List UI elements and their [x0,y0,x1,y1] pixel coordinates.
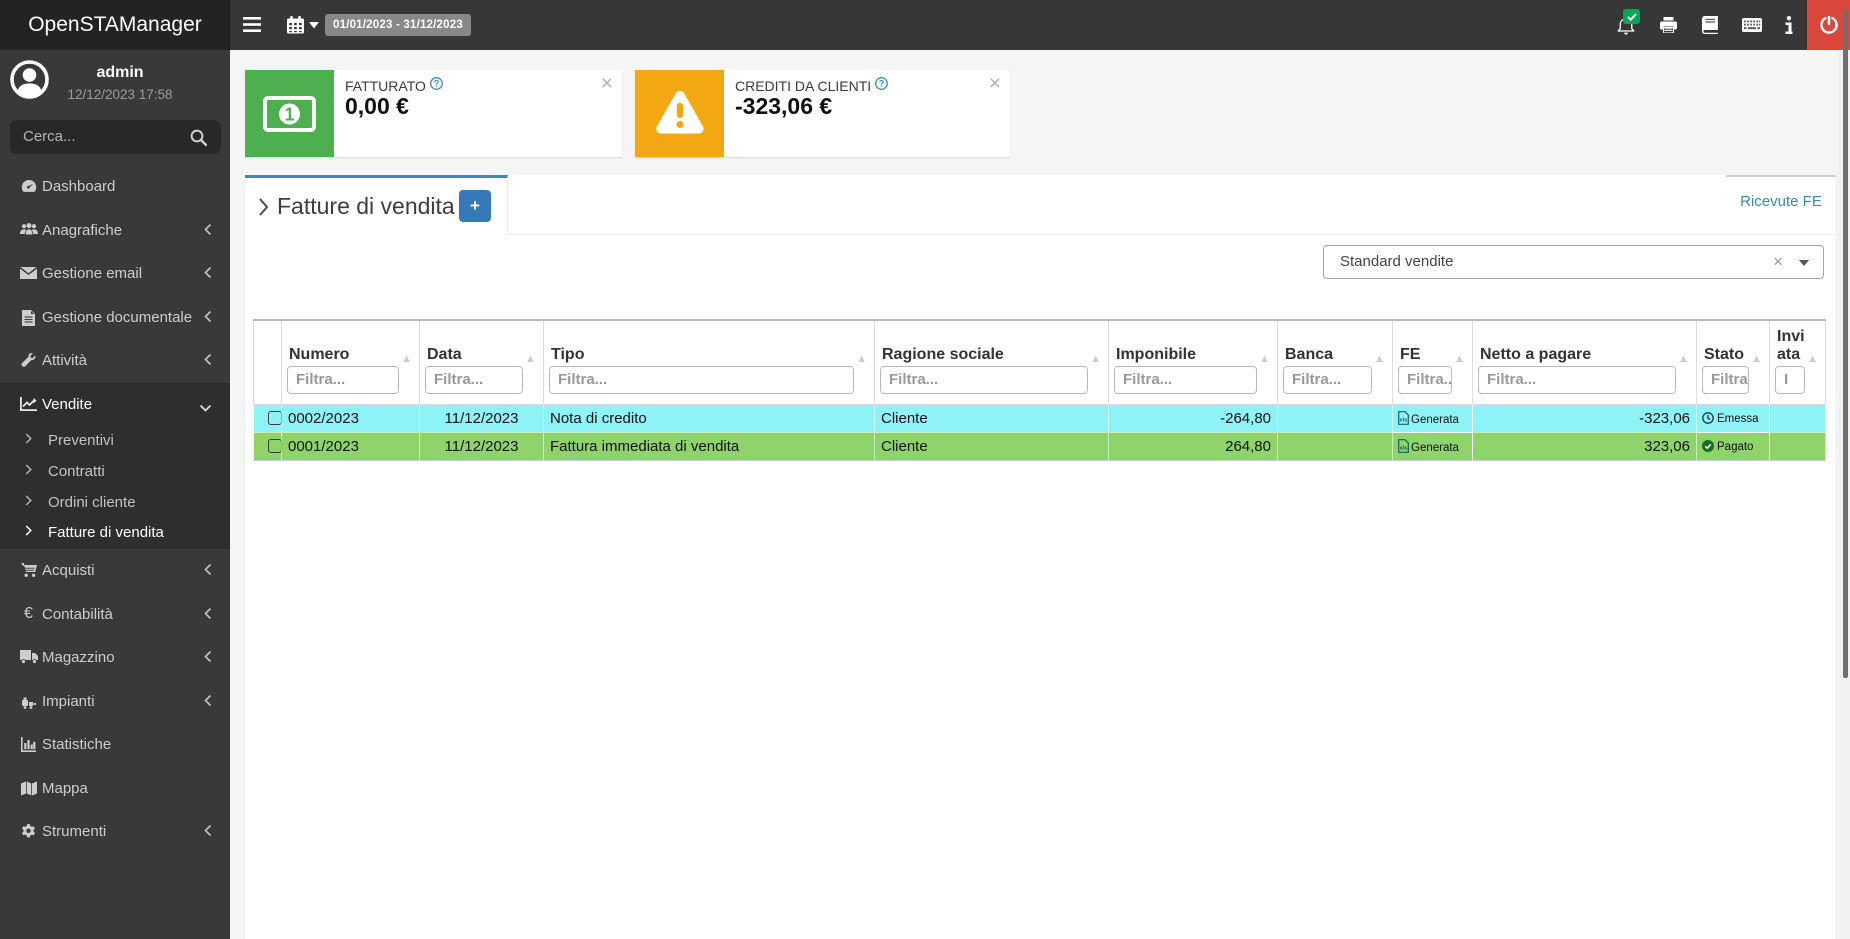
svg-text:xls: xls [1400,445,1408,451]
svg-text:xls: xls [1400,417,1408,423]
svg-text:?: ? [434,79,440,89]
svg-text:1: 1 [284,105,294,125]
svg-text:?: ? [879,79,885,89]
